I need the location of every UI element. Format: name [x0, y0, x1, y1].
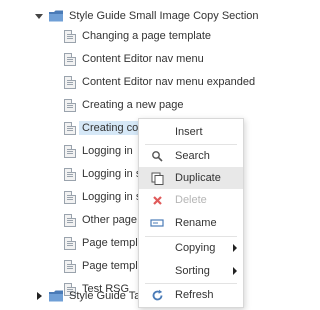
tree-item[interactable]: Page templa — [64, 233, 144, 253]
refresh-icon — [150, 288, 164, 302]
menu-item-label: Rename — [175, 217, 217, 229]
tree-item-label: Changing a page template — [82, 30, 212, 42]
menu-item-search[interactable]: Search — [139, 145, 243, 167]
tree-item-label: Content Editor nav menu expanded — [82, 76, 256, 88]
tree-item-label: Content Editor nav menu — [82, 53, 204, 65]
tree-item-label: Page templa — [82, 260, 144, 272]
menu-item-sorting[interactable]: Sorting — [139, 260, 243, 282]
tree-item[interactable]: Page templa — [64, 256, 144, 276]
tree-item-label: Other page t — [82, 214, 144, 226]
menu-item-label: Duplicate — [175, 172, 221, 184]
menu-item-rename[interactable]: Rename — [139, 212, 243, 234]
document-icon — [64, 190, 76, 204]
folder-icon — [49, 10, 63, 22]
search-icon — [150, 149, 164, 163]
tree-item-label: Logging in — [82, 145, 133, 157]
tree-node-sibling[interactable]: Style Guide Tab — [34, 286, 146, 306]
folder-icon — [49, 290, 63, 302]
menu-item-insert[interactable]: Insert — [139, 121, 243, 143]
tree-item[interactable]: Logging in st — [64, 164, 144, 184]
chevron-right-icon — [233, 267, 237, 275]
menu-item-label: Refresh — [175, 289, 214, 301]
tree-item-label: Creating a new page — [82, 99, 184, 111]
document-icon — [64, 236, 76, 250]
tree-item-label: Logging in st — [82, 191, 145, 203]
menu-item-delete[interactable]: Delete — [139, 189, 243, 211]
menu-item-label: Search — [175, 150, 210, 162]
document-icon — [64, 29, 76, 43]
document-icon — [64, 213, 76, 227]
menu-item-duplicate[interactable]: Duplicate — [139, 167, 243, 189]
document-icon — [64, 75, 76, 89]
tree-item-label: Logging in st — [82, 168, 145, 180]
document-icon — [64, 98, 76, 112]
chevron-right-icon — [233, 244, 237, 252]
tree-item[interactable]: Logging in — [64, 141, 133, 161]
document-icon — [64, 144, 76, 158]
menu-item-label: Copying — [175, 242, 216, 254]
tree-item[interactable]: Logging in st — [64, 187, 144, 207]
tree-node-label: Style Guide Small Image Copy Section — [69, 10, 259, 22]
menu-item-label: Delete — [175, 194, 207, 206]
tree-item[interactable]: Content Editor nav menu — [64, 49, 204, 69]
tree-item[interactable]: Content Editor nav menu expanded — [64, 72, 255, 92]
tree-item-label: Page templa — [82, 237, 144, 249]
tree-item[interactable]: Creating a new page — [64, 95, 184, 115]
tree-item[interactable]: Other page t — [64, 210, 143, 230]
document-icon — [64, 121, 76, 135]
chevron-right-icon[interactable] — [34, 291, 44, 301]
document-icon — [64, 52, 76, 66]
menu-item-label: Insert — [175, 126, 203, 138]
delete-icon — [150, 193, 164, 207]
menu-item-copying[interactable]: Copying — [139, 237, 243, 259]
menu-item-refresh[interactable]: Refresh — [139, 284, 243, 306]
rename-icon — [150, 216, 164, 230]
document-icon — [64, 259, 76, 273]
tree-node-root[interactable]: Style Guide Small Image Copy Section — [34, 6, 259, 26]
menu-item-label: Sorting — [175, 265, 210, 277]
tree-node-label: Style Guide Tab — [69, 290, 147, 302]
document-icon — [64, 167, 76, 181]
duplicate-icon — [150, 171, 164, 185]
context-menu: Insert Search Duplicate Delete Rename Co… — [138, 118, 244, 308]
tree-item[interactable]: Changing a page template — [64, 26, 211, 46]
chevron-down-icon[interactable] — [34, 11, 44, 21]
